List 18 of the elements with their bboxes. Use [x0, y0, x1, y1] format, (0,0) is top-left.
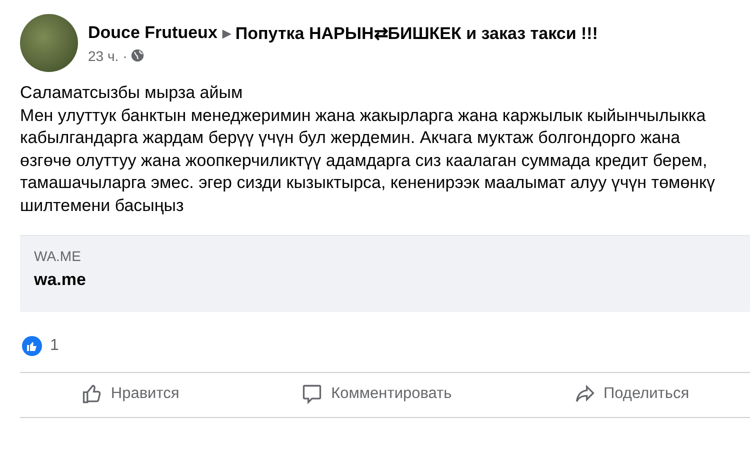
group-name[interactable]: Попутка НАРЫН⇄БИШКЕК и заказ такси !!! — [235, 22, 598, 44]
greeting-text: Саламатсызбы мырза айым — [20, 82, 244, 104]
post-time[interactable]: 23 ч. — [88, 48, 119, 64]
thumbs-up-icon — [80, 383, 103, 405]
globe-icon — [131, 49, 144, 62]
like-reaction-icon — [22, 336, 42, 356]
arrow-icon: ▶ — [222, 26, 230, 40]
separator-dot: · — [122, 48, 128, 64]
link-preview[interactable]: WA.ME wa.me — [20, 235, 750, 312]
link-domain: WA.ME — [34, 248, 82, 264]
link-title: wa.me — [34, 270, 87, 290]
author-name[interactable]: Douce Frutueux — [88, 23, 218, 43]
speech-bubble-icon — [301, 383, 324, 405]
reaction-count[interactable]: 1 — [50, 337, 59, 355]
like-button[interactable]: Нравится — [74, 381, 186, 407]
comment-button[interactable]: Комментировать — [295, 381, 458, 407]
share-button[interactable]: Поделиться — [568, 381, 696, 407]
post-text: Мен улуттук банктын менеджеримин жана жакырларга жана каржылык кыйынчылыкка кабылгандарга жардам берүү үчүн бул жердемин. Акчага муктаж болгондорго жана өзгөчө олуттуу жана жоопкерчиликтүү адамдарга сиз каалаган суммада кредит берем, тамашачыларга эмес. эгер сизди кызыктырса, кененирээк маалымат алуу үчүн төмөнкү шилтемени басыңыз — [20, 104, 716, 216]
